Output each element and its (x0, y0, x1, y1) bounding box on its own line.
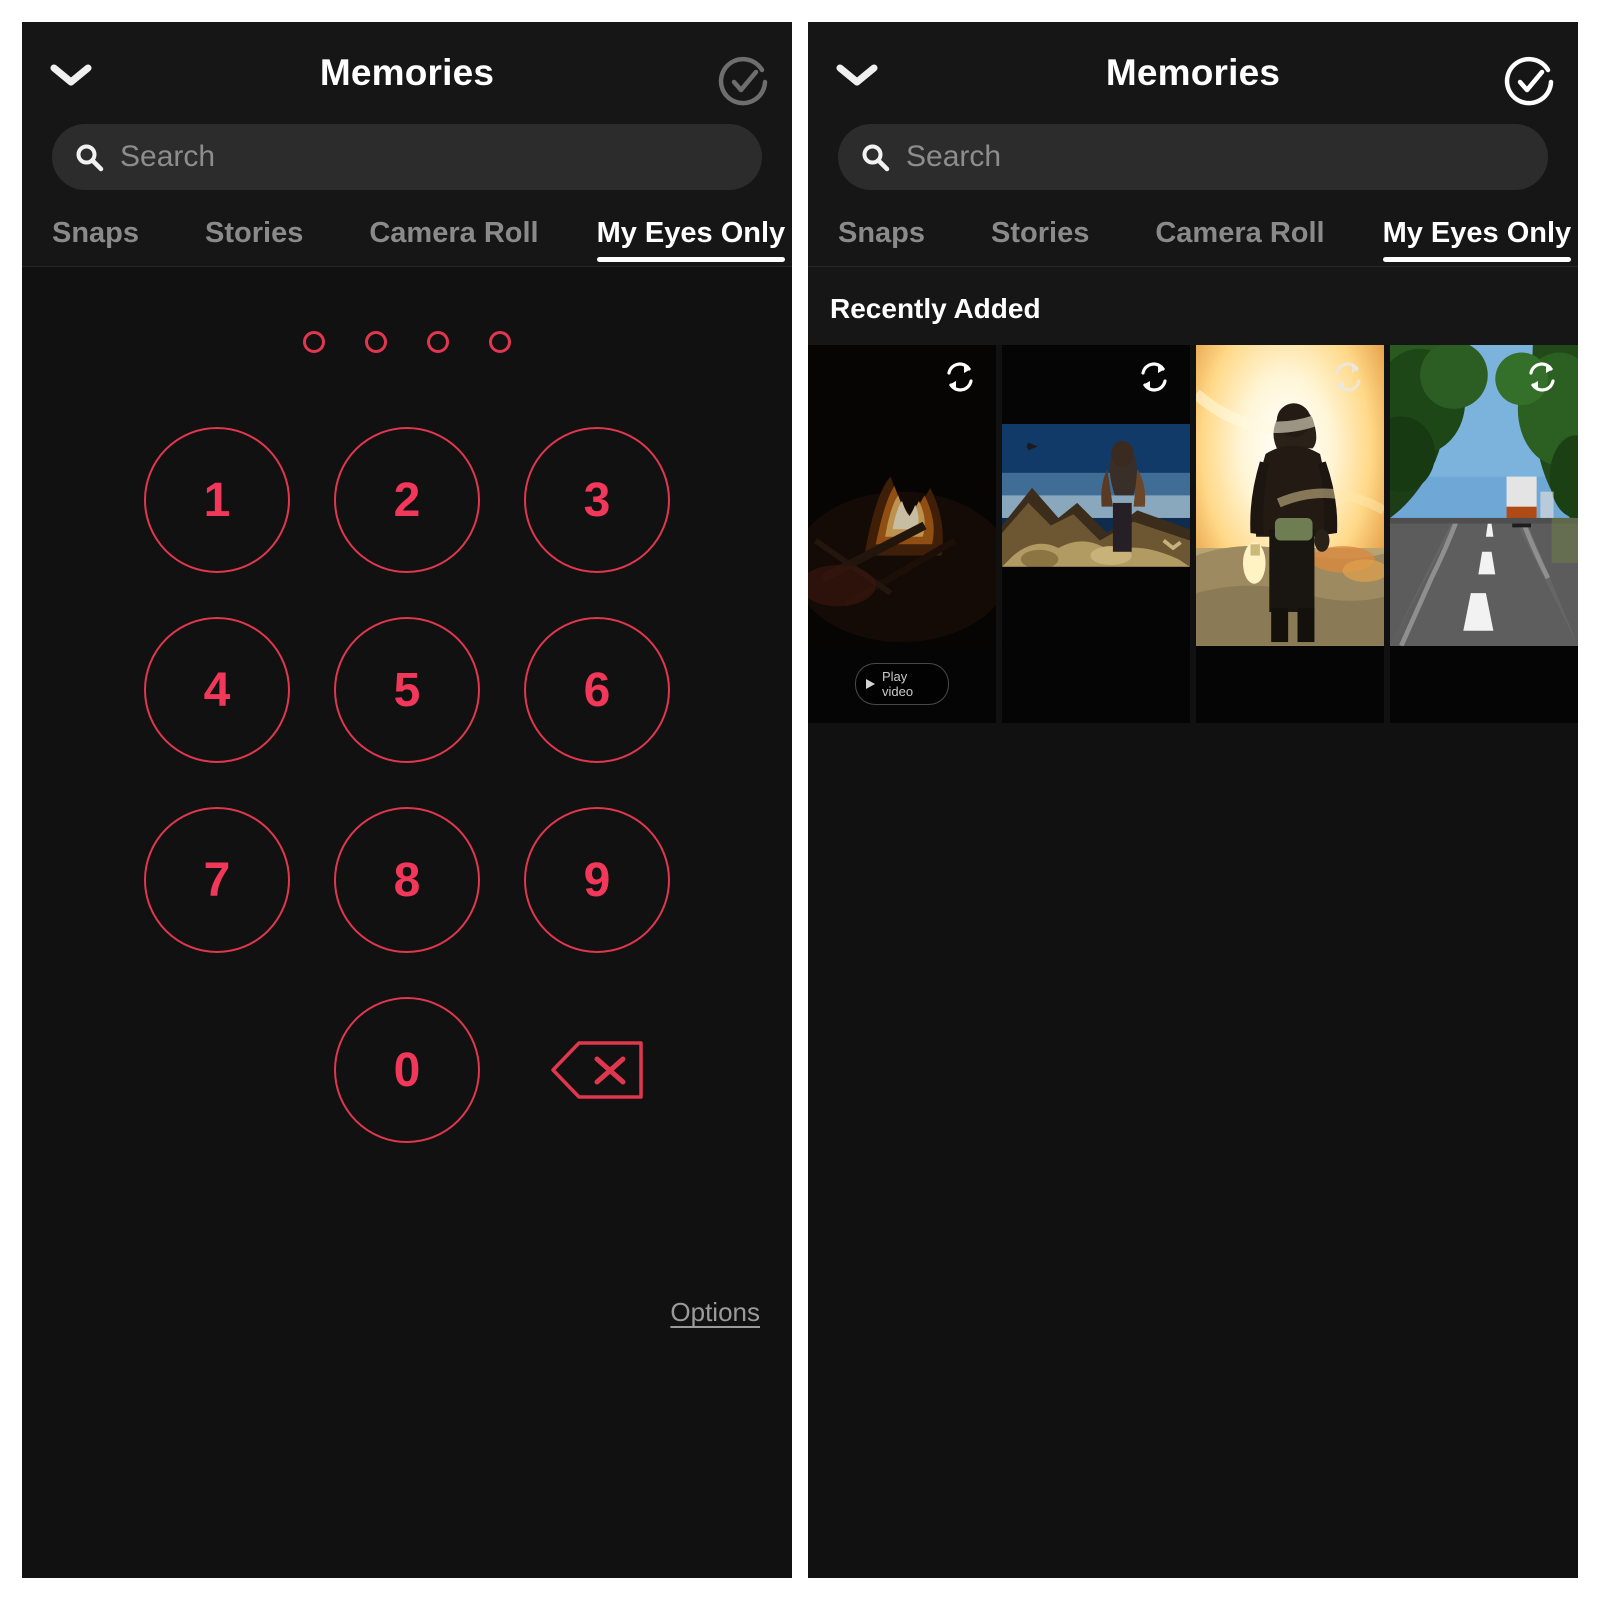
passcode-keypad: 1 2 3 4 5 6 7 8 9 0 (22, 427, 792, 1143)
pin-dot (303, 331, 325, 353)
left-tab-bar: Snaps Stories Camera Roll My Eyes Only (22, 204, 792, 266)
page-title: Memories (319, 52, 495, 93)
key-1[interactable]: 1 (144, 427, 290, 573)
search-icon (74, 142, 104, 172)
play-icon (866, 679, 875, 689)
left-header: Memories (22, 22, 792, 124)
key-2[interactable]: 2 (334, 427, 480, 573)
left-phone-panel: Memories Snaps Stories (22, 22, 792, 1578)
sync-icon (1524, 359, 1560, 395)
sync-icon (942, 359, 978, 395)
check-circle-icon[interactable] (718, 56, 770, 108)
key-7[interactable]: 7 (144, 807, 290, 953)
pin-indicator (22, 331, 792, 353)
tab-stories[interactable]: Stories (205, 217, 303, 266)
search-bar[interactable] (838, 124, 1548, 190)
key-0[interactable]: 0 (334, 997, 480, 1143)
tab-my-eyes-only[interactable]: My Eyes Only (596, 217, 785, 266)
memory-thumbnail[interactable] (1002, 345, 1190, 723)
tab-camera-roll[interactable]: Camera Roll (369, 217, 538, 266)
tab-my-eyes-only[interactable]: My Eyes Only (1382, 217, 1571, 266)
section-header-recently-added: Recently Added (808, 267, 1578, 345)
left-search-container (22, 124, 792, 204)
tab-stories[interactable]: Stories (991, 217, 1089, 266)
tab-camera-roll[interactable]: Camera Roll (1155, 217, 1324, 266)
search-input[interactable] (120, 140, 762, 174)
page-title: Memories (1105, 52, 1281, 93)
search-bar[interactable] (52, 124, 762, 190)
memory-thumbnail[interactable]: Play video (808, 345, 996, 723)
pin-dot (365, 331, 387, 353)
options-link[interactable]: Options (670, 1297, 760, 1328)
memory-thumbnail[interactable] (1390, 345, 1578, 723)
key-9[interactable]: 9 (524, 807, 670, 953)
pin-dot (427, 331, 449, 353)
pin-dot (489, 331, 511, 353)
right-phone-panel: Memories Snaps Stories (808, 22, 1578, 1578)
key-5[interactable]: 5 (334, 617, 480, 763)
memories-grid: Play video (808, 345, 1578, 723)
play-video-badge[interactable]: Play video (855, 663, 949, 705)
play-video-label: Play video (882, 669, 914, 699)
memory-thumbnail[interactable] (1196, 345, 1384, 723)
backspace-delete-icon[interactable] (524, 997, 670, 1143)
key-8[interactable]: 8 (334, 807, 480, 953)
key-3[interactable]: 3 (524, 427, 670, 573)
key-6[interactable]: 6 (524, 617, 670, 763)
right-tab-bar: Snaps Stories Camera Roll My Eyes Only (808, 204, 1578, 266)
search-input[interactable] (906, 140, 1548, 174)
key-spacer (144, 997, 290, 1143)
search-icon (860, 142, 890, 172)
right-search-container (808, 124, 1578, 204)
passcode-screen: 1 2 3 4 5 6 7 8 9 0 Options (22, 267, 792, 1578)
tab-snaps[interactable]: Snaps (52, 217, 139, 266)
right-header: Memories (808, 22, 1578, 124)
tab-snaps[interactable]: Snaps (838, 217, 925, 266)
key-4[interactable]: 4 (144, 617, 290, 763)
screenshot-stage: Memories Snaps Stories (0, 0, 1600, 1600)
sync-icon (1330, 359, 1366, 395)
check-circle-icon[interactable] (1504, 56, 1556, 108)
sync-icon (1136, 359, 1172, 395)
gallery-screen: Recently Added Play video (808, 267, 1578, 1578)
